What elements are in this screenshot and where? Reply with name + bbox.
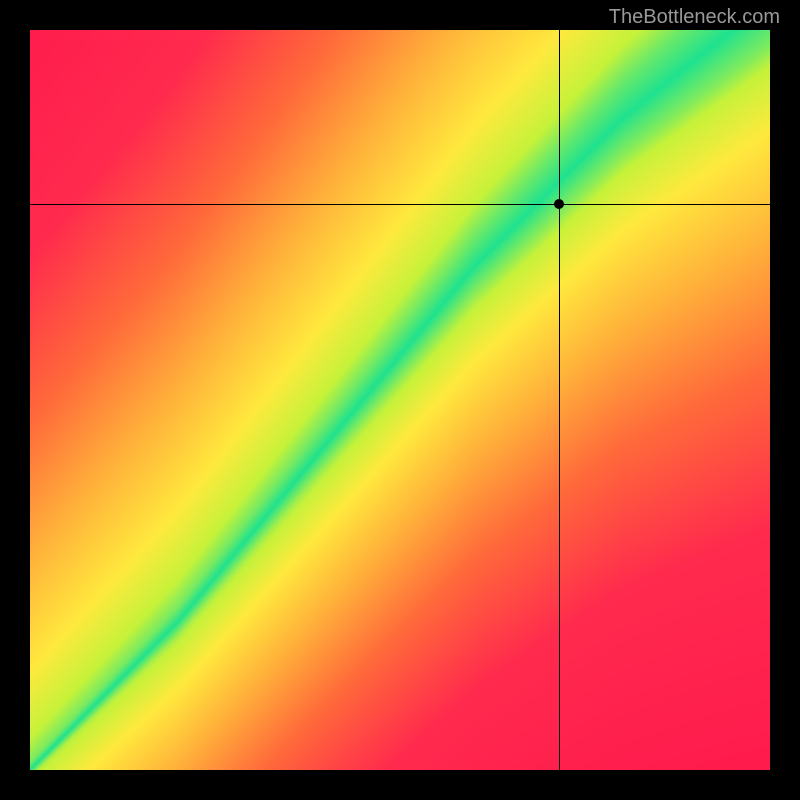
- crosshair-vertical: [559, 30, 560, 770]
- plot-area: [30, 30, 770, 770]
- heatmap-canvas: [30, 30, 770, 770]
- crosshair-horizontal: [30, 204, 770, 205]
- selection-marker: [554, 199, 564, 209]
- watermark-text: TheBottleneck.com: [609, 6, 780, 29]
- chart-container: TheBottleneck.com: [0, 0, 800, 800]
